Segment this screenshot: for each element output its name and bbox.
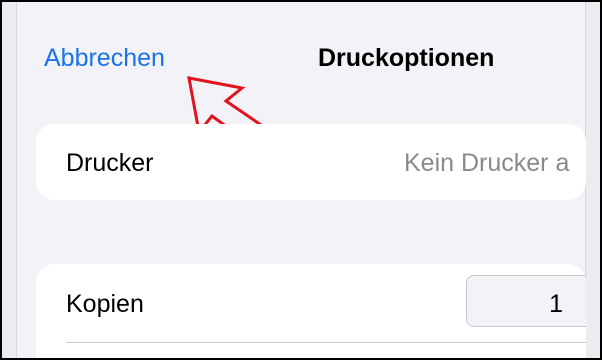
- printer-label: Drucker: [66, 149, 154, 177]
- copies-section: Kopien 1: [36, 264, 586, 358]
- page-title: Druckoptionen: [318, 44, 495, 72]
- copies-stepper[interactable]: 1: [466, 275, 586, 327]
- copies-value: 1: [549, 290, 563, 318]
- row-divider: [66, 342, 586, 343]
- right-panel-edge: [585, 2, 600, 358]
- left-panel-edge: [2, 2, 17, 358]
- printer-value: Kein Drucker a: [404, 149, 570, 177]
- print-options-screen: Abbrechen Druckoptionen Drucker Kein Dru…: [2, 2, 600, 358]
- copies-label: Kopien: [66, 290, 144, 318]
- cancel-button[interactable]: Abbrechen: [44, 44, 165, 73]
- printer-row[interactable]: Drucker Kein Drucker a: [36, 124, 586, 200]
